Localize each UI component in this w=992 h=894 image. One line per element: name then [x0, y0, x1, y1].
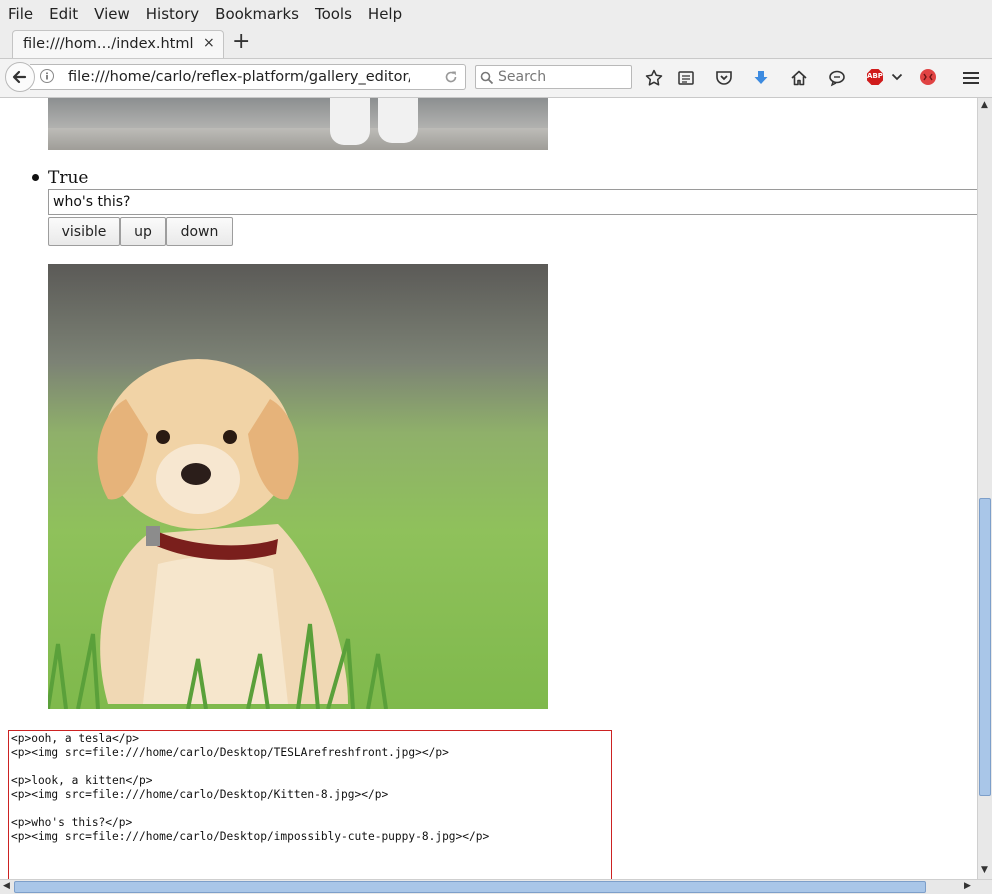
html-output-textarea[interactable]: <p>ooh, a tesla</p> <p><img src=file:///… — [8, 730, 612, 879]
list-bullet — [32, 174, 39, 181]
vertical-scrollbar[interactable]: ▲ ▼ — [977, 98, 992, 879]
vertical-scroll-thumb[interactable] — [979, 498, 991, 796]
downloads-icon[interactable] — [752, 69, 770, 87]
reload-icon[interactable] — [444, 70, 458, 84]
adblock-icon[interactable]: ABP — [866, 68, 884, 86]
back-button[interactable] — [5, 62, 35, 92]
tab-index-html[interactable]: file:///hom…/index.html × — [12, 30, 224, 58]
scroll-right-icon[interactable]: ▶ — [964, 881, 971, 891]
menu-file[interactable]: File — [0, 5, 41, 23]
back-arrow-icon — [12, 70, 27, 84]
pocket-icon[interactable] — [715, 69, 733, 87]
search-input[interactable] — [498, 67, 626, 87]
navigation-bar: file:///home/carlo/reflex-platform/galle… — [0, 59, 992, 98]
visible-button[interactable]: visible — [48, 217, 120, 246]
up-button[interactable]: up — [120, 217, 166, 246]
menu-tools[interactable]: Tools — [307, 5, 360, 23]
horizontal-scrollbar[interactable]: ◀ ▶ — [0, 879, 992, 894]
kitten-image — [48, 98, 548, 150]
puppy-image — [48, 264, 548, 709]
menu-bookmarks[interactable]: Bookmarks — [207, 5, 307, 23]
tab-title: file:///hom…/index.html — [23, 36, 194, 52]
menu-edit[interactable]: Edit — [41, 5, 86, 23]
caption-input[interactable] — [48, 189, 977, 215]
home-icon[interactable] — [790, 69, 808, 87]
gallery-item-title: True — [48, 168, 89, 188]
scroll-up-icon[interactable]: ▲ — [981, 100, 988, 110]
scroll-down-icon[interactable]: ▼ — [981, 865, 988, 875]
site-info-icon[interactable] — [40, 69, 54, 83]
menu-view[interactable]: View — [86, 5, 138, 23]
scroll-left-icon[interactable]: ◀ — [3, 881, 10, 891]
tab-bar: file:///hom…/index.html × + — [0, 28, 992, 59]
bookmark-star-icon[interactable] — [645, 69, 663, 87]
horizontal-scroll-thumb[interactable] — [14, 881, 926, 893]
menu-history[interactable]: History — [138, 5, 207, 23]
down-button[interactable]: down — [166, 217, 233, 246]
chevron-down-icon[interactable] — [891, 72, 903, 82]
chat-icon[interactable] — [828, 69, 846, 87]
search-icon — [480, 71, 494, 85]
hamburger-menu-icon[interactable] — [962, 69, 980, 87]
new-tab-button[interactable]: + — [232, 29, 250, 54]
menu-help[interactable]: Help — [360, 5, 410, 23]
page-content: True visible up down <p — [0, 98, 977, 879]
url-text: file:///home/carlo/reflex-platform/galle… — [68, 69, 410, 85]
adblock-label: ABP — [867, 72, 883, 80]
close-tab-icon[interactable]: × — [203, 35, 215, 51]
reading-list-icon[interactable] — [677, 69, 695, 87]
menu-bar: File Edit View History Bookmarks Tools H… — [0, 0, 992, 28]
extension-icon[interactable] — [919, 68, 937, 86]
